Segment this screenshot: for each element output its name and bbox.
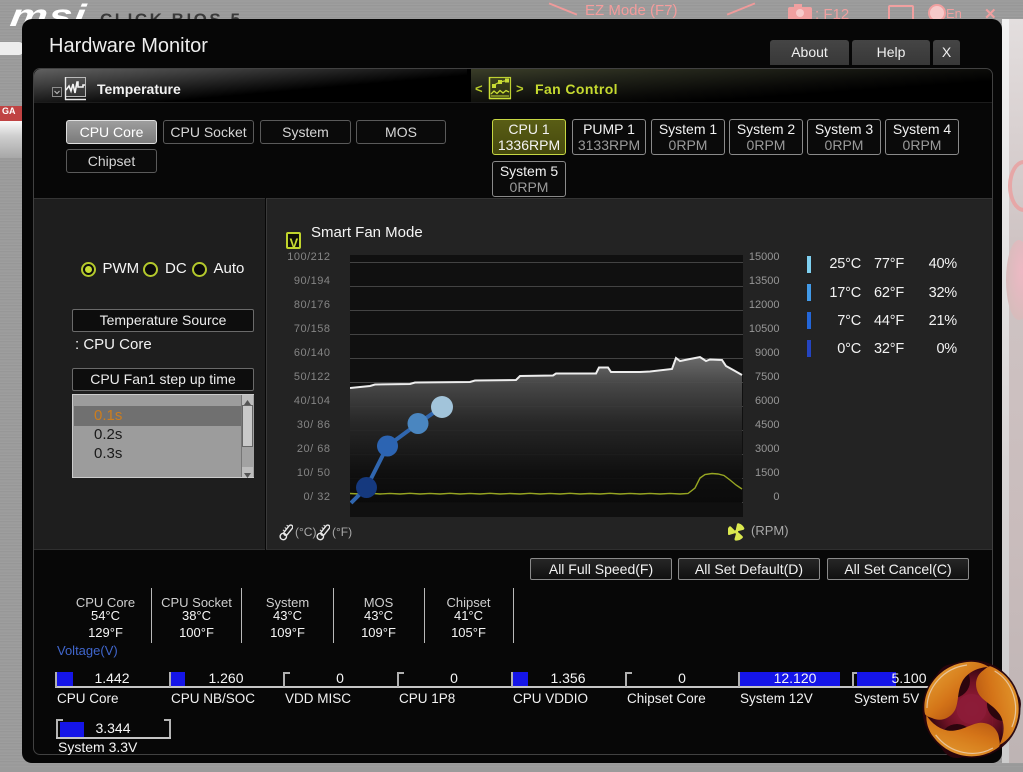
- svg-text:V: V: [290, 236, 299, 251]
